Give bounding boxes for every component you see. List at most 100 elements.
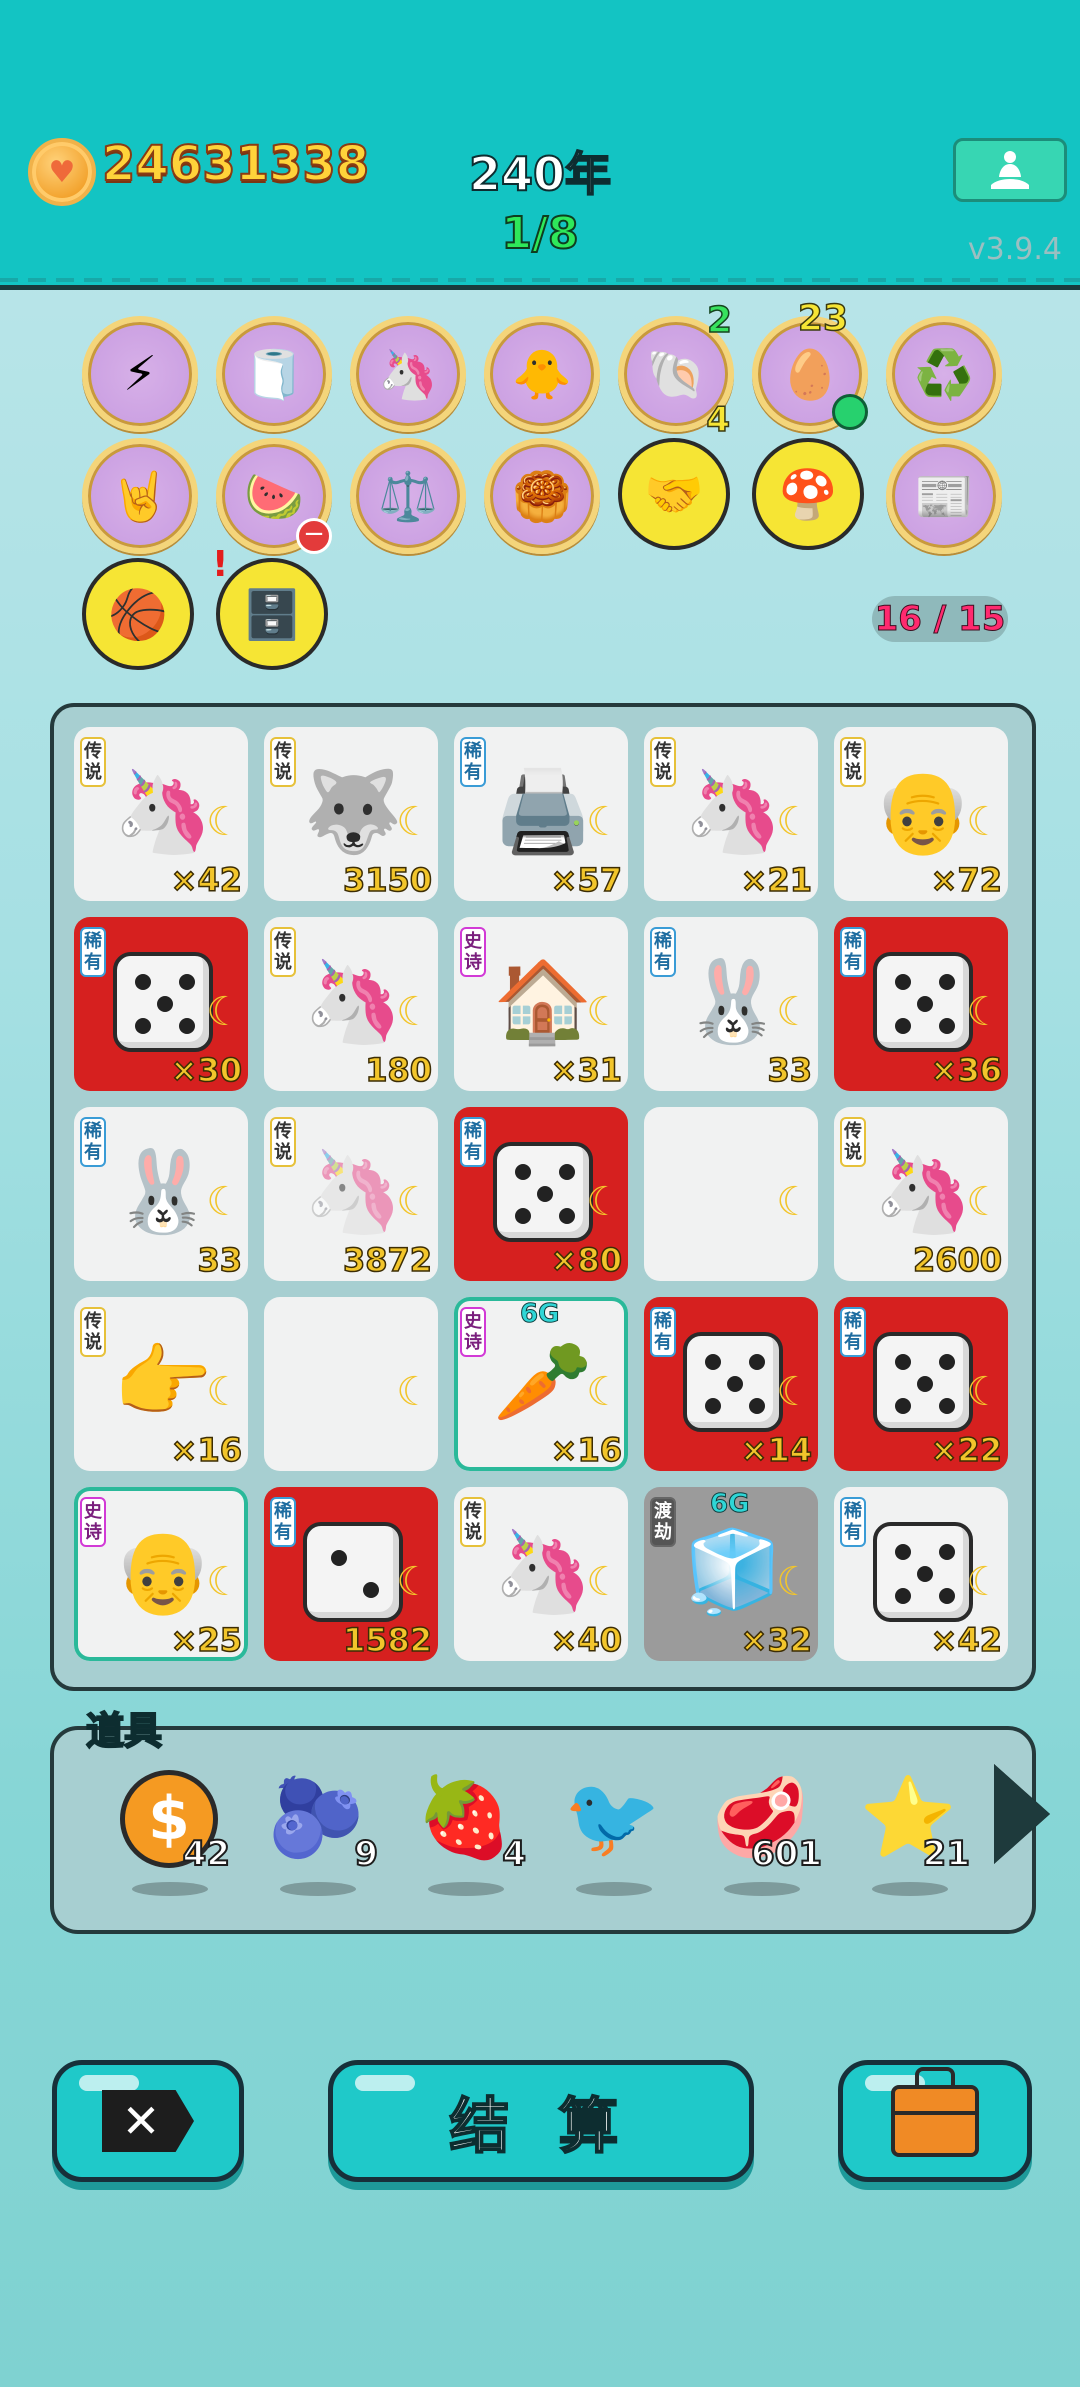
relic-time-magazine-icon[interactable]: 📰: [886, 438, 1002, 554]
dice5-icon: [868, 1327, 978, 1437]
board-cell[interactable]: 稀有 🖨️ ☾ ×57: [454, 727, 628, 901]
basketballs-glyph: 🏀: [108, 586, 168, 643]
coin-balance: 24631338: [101, 135, 370, 193]
alert-icon: !: [212, 544, 229, 585]
relic-lightning-icon[interactable]: ⚡: [82, 316, 198, 432]
exit-button[interactable]: ✕: [52, 2060, 244, 2182]
relic-basketballs-icon[interactable]: 🏀: [82, 558, 194, 670]
shell-glyph: 🐚: [646, 346, 706, 403]
relic-safe-icon[interactable]: 🗄️!: [212, 544, 328, 670]
moon-icon: ☾: [776, 799, 812, 845]
dice5-icon: [678, 1327, 788, 1437]
item-star[interactable]: ⭐ 21: [850, 1770, 971, 1900]
item-blueberry[interactable]: 🫐 9: [258, 1770, 379, 1900]
slot-board: 传说 🦄 ☾ ×42 传说 🐺 ☾ 3150 稀有 🖨️ ☾ ×57 传说 🦄 ☾ ×21 传说 👴 ☾ ×72 稀有 ☾…: [50, 703, 1036, 1691]
relic-tissue-box-icon[interactable]: 🧻: [216, 316, 332, 432]
relic-handshake-icon[interactable]: 🤝: [618, 438, 730, 550]
unicorn-icon: 🦄: [303, 955, 403, 1048]
rarity-tag: 史诗: [80, 1497, 106, 1547]
rarity-tag: 传说: [80, 1307, 106, 1357]
board-cell[interactable]: 传说 🦄 ☾ ×42: [74, 727, 248, 901]
chick-sword-glyph: 🐥: [512, 346, 572, 403]
safe-glyph: 🗄️: [242, 586, 302, 643]
button-shine: [79, 2075, 139, 2091]
dice5-icon: [108, 947, 218, 1057]
moon-icon: ☾: [966, 799, 1002, 845]
board-cell[interactable]: ☾: [264, 1297, 438, 1471]
cell-value: ×30: [170, 1050, 243, 1090]
fridge-icon: 🧊: [683, 1525, 783, 1618]
items-next-arrow-icon[interactable]: [994, 1764, 1050, 1864]
board-cell[interactable]: 稀有 ☾ ×80: [454, 1107, 628, 1281]
item-white-bird[interactable]: 🐦: [554, 1770, 674, 1900]
board-cell[interactable]: 传说 🦄 ☾ ×40: [454, 1487, 628, 1661]
board-cell[interactable]: 稀有 🐰 ☾ 33: [644, 917, 818, 1091]
item-strawberry[interactable]: 🍓 4: [406, 1770, 527, 1900]
item-shadow: [132, 1882, 208, 1896]
board-cell[interactable]: 稀有 ☾ ×22: [834, 1297, 1008, 1471]
relic-rock-hand-icon[interactable]: 🤘: [82, 438, 198, 554]
board-cell[interactable]: ☾: [644, 1107, 818, 1281]
inventory-button[interactable]: [838, 2060, 1032, 2182]
cell-value: 1582: [342, 1620, 433, 1660]
board-cell[interactable]: 传说 🦄 ☾ 180: [264, 917, 438, 1091]
moon-icon: ☾: [396, 1369, 432, 1415]
network-badge: 6G: [519, 1299, 560, 1330]
relic-egg-carton-icon[interactable]: 🥚 23: [752, 297, 868, 432]
board-cell[interactable]: 史诗 🏠 ☾ ×31: [454, 917, 628, 1091]
lightning-glyph: ⚡: [123, 346, 157, 402]
relic-scales-icon[interactable]: ⚖️: [350, 438, 466, 554]
moon-icon: ☾: [586, 799, 622, 845]
board-cell[interactable]: 渡劫 6G 🧊 ☾ ×32: [644, 1487, 818, 1661]
blueberry-icon: 🫐: [267, 1772, 365, 1863]
relic-recycle-icon[interactable]: ♻️: [886, 316, 1002, 432]
coin-heart-icon: ♥: [28, 138, 96, 206]
meditation-button[interactable]: [953, 138, 1067, 202]
board-cell[interactable]: 稀有 ☾ ×14: [644, 1297, 818, 1471]
rock-hand-glyph: 🤘: [110, 468, 170, 525]
relic-chick-sword-icon[interactable]: 🐥: [484, 316, 600, 432]
board-cell[interactable]: 稀有 ☾ ×36: [834, 917, 1008, 1091]
cell-value: ×36: [930, 1050, 1003, 1090]
board-cell[interactable]: 传说 🦄 ☾ 2600: [834, 1107, 1008, 1281]
button-shine: [355, 2075, 415, 2091]
item-coin[interactable]: $42: [110, 1770, 231, 1900]
item-shadow: [872, 1882, 948, 1896]
board-cell[interactable]: 传说 🦄 ☾ ×21: [644, 727, 818, 901]
board-cell[interactable]: 史诗 👴 ☾ ×25: [74, 1487, 248, 1661]
item-count: 601: [750, 1833, 823, 1875]
cell-value: 180: [364, 1050, 432, 1090]
carrot-icon: 🥕: [493, 1335, 593, 1428]
rarity-tag: 渡劫: [650, 1497, 676, 1547]
item-liver[interactable]: 🥩 601: [702, 1770, 823, 1900]
board-cell[interactable]: 稀有 ☾ ×30: [74, 917, 248, 1091]
relic-mushroom-cloud-icon[interactable]: 🍄: [752, 438, 864, 550]
relic-bottom-badge: 4: [706, 399, 731, 441]
handshake-glyph: 🤝: [644, 466, 704, 523]
board-cell[interactable]: 传说 👉 ☾ ×16: [74, 1297, 248, 1471]
board-cell[interactable]: 传说 🐺 ☾ 3150: [264, 727, 438, 901]
relic-unicorn-card-icon[interactable]: 🦄: [350, 316, 466, 432]
time-magazine-glyph: 📰: [914, 468, 974, 525]
moon-icon: ☾: [776, 989, 812, 1035]
rarity-tag: 传说: [840, 1117, 866, 1167]
moon-icon: ☾: [586, 1179, 622, 1225]
slot-counter: 16 / 15: [872, 596, 1008, 642]
tissue-box-glyph: 🧻: [244, 346, 304, 403]
cell-value: 3150: [342, 860, 433, 900]
header-divider: [0, 278, 1080, 282]
relic-mooncake-icon[interactable]: 🥮: [484, 438, 600, 554]
rarity-tag: 传说: [270, 927, 296, 977]
board-cell[interactable]: 传说 👴 ☾ ×72: [834, 727, 1008, 901]
relic-fruit-bowl-icon[interactable]: 🍉 −: [216, 438, 332, 554]
board-cell[interactable]: 传说 🦄 ☾ 3872: [264, 1107, 438, 1281]
items-panel: $42 🫐 9 🍓 4 🐦 🥩 601 ⭐ 21: [50, 1726, 1036, 1934]
board-cell[interactable]: 稀有 ☾ ×42: [834, 1487, 1008, 1661]
empty-icon: [678, 1137, 788, 1247]
cell-value: 2600: [912, 1240, 1003, 1280]
board-cell[interactable]: 稀有 🐰 ☾ 33: [74, 1107, 248, 1281]
board-cell[interactable]: 稀有 ☾ 1582: [264, 1487, 438, 1661]
settle-button[interactable]: 结 算: [328, 2060, 754, 2182]
relic-shell-icon[interactable]: 🐚 2 4: [618, 299, 734, 441]
board-cell[interactable]: 史诗 6G 🥕 ☾ ×16: [454, 1297, 628, 1471]
